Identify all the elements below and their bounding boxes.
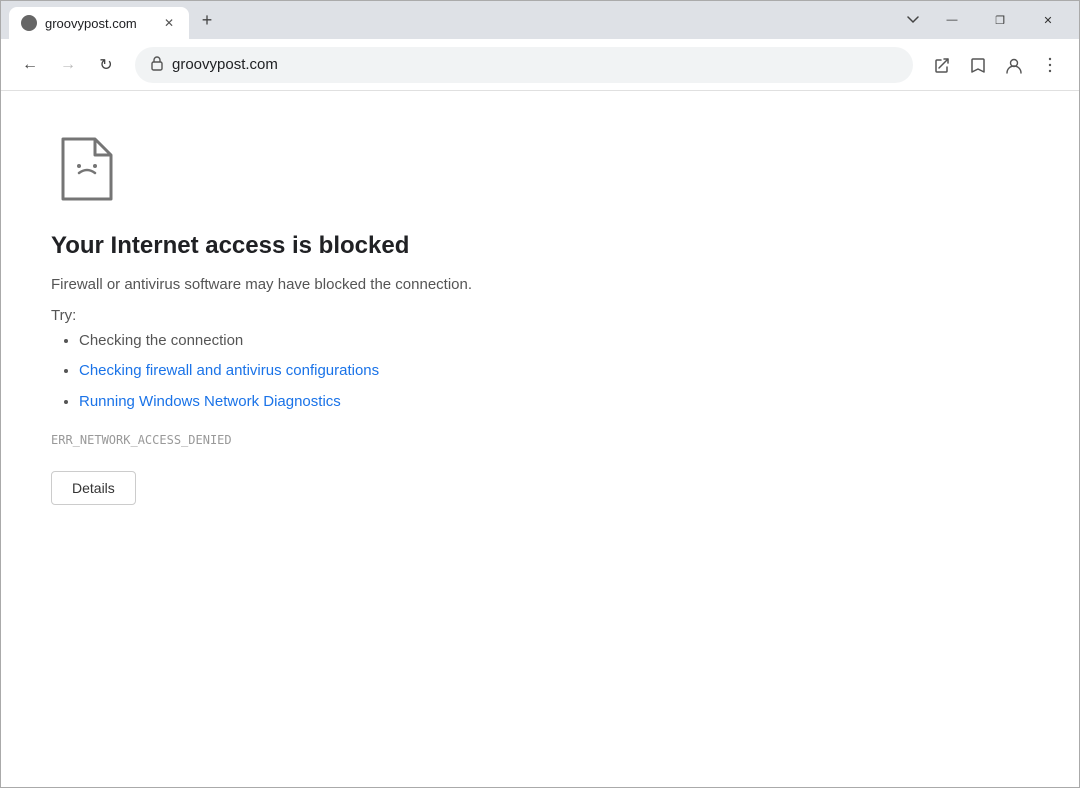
error-subtitle: Firewall or antivirus software may have …	[51, 274, 1029, 297]
menu-button[interactable]	[1033, 48, 1067, 82]
titlebar: groovypost.com ✕ + — ❐ ✕	[1, 1, 1079, 39]
browser-toolbar: ← → ↻	[1, 39, 1079, 91]
forward-button[interactable]: →	[51, 48, 85, 82]
maximize-button[interactable]: ❐	[977, 4, 1023, 36]
try-label: Try:	[51, 307, 1029, 324]
tab-favicon	[21, 15, 37, 31]
page-content: Your Internet access is blocked Firewall…	[1, 91, 1079, 787]
window-controls: — ❐ ✕	[899, 4, 1071, 36]
new-tab-button[interactable]: +	[193, 6, 221, 34]
toolbar-actions	[925, 48, 1067, 82]
reload-button[interactable]: ↻	[89, 48, 123, 82]
address-bar[interactable]	[135, 47, 913, 83]
address-input[interactable]	[172, 56, 898, 73]
details-button[interactable]: Details	[51, 471, 136, 505]
share-button[interactable]	[925, 48, 959, 82]
firewall-link[interactable]: Checking firewall and antivirus configur…	[79, 362, 379, 379]
diagnostics-link[interactable]: Running Windows Network Diagnostics	[79, 393, 341, 410]
bookmark-button[interactable]	[961, 48, 995, 82]
back-button[interactable]: ←	[13, 48, 47, 82]
security-icon	[150, 55, 164, 74]
suggestions-list: Checking the connection Checking firewal…	[51, 330, 1029, 414]
tab-close-button[interactable]: ✕	[161, 15, 177, 31]
tab-area: groovypost.com ✕ +	[9, 1, 891, 39]
list-item: Running Windows Network Diagnostics	[79, 391, 1029, 414]
error-code: ERR_NETWORK_ACCESS_DENIED	[51, 433, 1029, 447]
profile-button[interactable]	[997, 48, 1031, 82]
close-button[interactable]: ✕	[1025, 4, 1071, 36]
tab-title: groovypost.com	[45, 16, 153, 31]
error-icon	[51, 131, 123, 203]
error-title: Your Internet access is blocked	[51, 232, 1029, 260]
active-tab[interactable]: groovypost.com ✕	[9, 7, 189, 39]
browser-window: groovypost.com ✕ + — ❐ ✕ ← → ↻	[0, 0, 1080, 788]
list-item: Checking firewall and antivirus configur…	[79, 360, 1029, 383]
suggestion-text: Checking the connection	[79, 332, 243, 349]
minimize-button[interactable]: —	[929, 4, 975, 36]
chevron-icon[interactable]	[899, 6, 927, 34]
list-item: Checking the connection	[79, 330, 1029, 353]
